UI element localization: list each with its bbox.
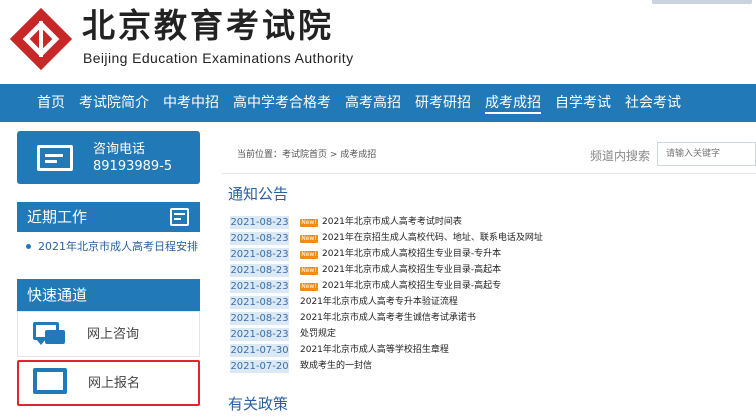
notice-date: 2021-08-23 (230, 312, 289, 325)
policy-section-title[interactable]: 有关政策 (228, 395, 288, 413)
site-title[interactable]: 北京教育考试院 (82, 6, 334, 46)
calendar-icon (170, 208, 189, 226)
online-consult-button[interactable]: 网上咨询 (17, 311, 200, 357)
notice-date: 2021-08-23 (230, 232, 289, 245)
site-header: 北京教育考试院 Beijing Education Examinations A… (0, 0, 756, 84)
notice-date: 2021-08-23 (230, 248, 289, 261)
search-label: 频道内搜索 (590, 149, 651, 163)
notice-link[interactable]: 2021年北京市成人高考专升本验证流程 (300, 296, 458, 309)
main-nav: 首页 考试院简介 中考中招 高中学考合格考 高考高招 研考研招 成考成招 自学考… (0, 84, 756, 122)
notice-date: 2021-07-20 (230, 360, 289, 373)
list-item[interactable]: 2021-08-23 New! 2021年北京市成人高校招生专业目录-高起专 (230, 279, 750, 295)
new-badge: New! (300, 283, 318, 291)
hotline-label: 咨询电话 (93, 142, 146, 157)
list-item[interactable]: 2021-08-23 处罚规定 (230, 327, 750, 343)
nav-item-yankao[interactable]: 研考研招 (408, 84, 478, 122)
online-register-label: 网上报名 (88, 376, 141, 391)
breadcrumb: 当前位置：考试院首页 > 成考成招 (237, 150, 377, 160)
divider (222, 173, 756, 174)
list-item[interactable]: 2021-07-30 2021年北京市成人高等学校招生章程 (230, 343, 750, 359)
recent-work-item[interactable]: 2021年北京市成人高考日程安排 (17, 239, 200, 255)
nav-item-home[interactable]: 首页 (30, 84, 72, 122)
notice-date: 2021-08-23 (230, 328, 289, 341)
online-register-button[interactable]: 网上报名 (17, 360, 200, 406)
recent-work-header: 近期工作 (17, 202, 200, 232)
list-item[interactable]: 2021-08-23 2021年北京市成人高考专升本验证流程 (230, 295, 750, 311)
logo-icon[interactable] (10, 8, 72, 70)
nav-item-shehui[interactable]: 社会考试 (618, 84, 688, 122)
new-badge: New! (300, 251, 318, 259)
new-badge: New! (300, 219, 318, 227)
list-item[interactable]: 2021-08-23 New! 2021年北京市成人高考考试时间表 (230, 215, 750, 231)
list-item[interactable]: 2021-08-23 New! 2021年北京市成人高校招生专业目录-专升本 (230, 247, 750, 263)
notice-list: 2021-08-23 New! 2021年北京市成人高考考试时间表 2021-0… (230, 215, 750, 375)
hotline-number: 89193989-5 (93, 159, 173, 174)
new-badge: New! (300, 235, 318, 243)
notice-link[interactable]: 2021年北京市成人高校招生专业目录-高起专 (322, 280, 501, 293)
notice-link[interactable]: 2021年北京市成人高校招生专业目录-高起本 (322, 264, 501, 277)
nav-item-xuekao[interactable]: 高中学考合格考 (226, 84, 338, 122)
hotline-box: 咨询电话 89193989-5 (17, 131, 200, 184)
notice-date: 2021-08-23 (230, 296, 289, 309)
search-input[interactable] (657, 142, 756, 166)
notice-section-title[interactable]: 通知公告 (228, 185, 288, 203)
notice-link[interactable]: 处罚规定 (300, 328, 336, 341)
nav-item-zikao[interactable]: 自学考试 (548, 84, 618, 122)
nav-item-gaokao[interactable]: 高考高招 (338, 84, 408, 122)
notice-link[interactable]: 2021年北京市成人高考考生诚信考试承诺书 (300, 312, 476, 325)
online-consult-label: 网上咨询 (87, 327, 140, 342)
notice-date: 2021-08-23 (230, 216, 289, 229)
notice-link[interactable]: 致成考生的一封信 (300, 360, 372, 373)
list-item[interactable]: 2021-07-20 致成考生的一封信 (230, 359, 750, 375)
nav-item-about[interactable]: 考试院简介 (72, 84, 156, 122)
list-item[interactable]: 2021-08-23 New! 2021年在京招生成人高校代码、地址、联系电话及… (230, 231, 750, 247)
notice-link[interactable]: 2021年北京市成人高校招生专业目录-专升本 (322, 248, 501, 261)
top-links (622, 0, 756, 6)
site-subtitle: Beijing Education Examinations Authority (83, 50, 354, 66)
monitor-icon (33, 368, 67, 394)
quick-access-header: 快速通道 (17, 279, 200, 311)
notice-link[interactable]: 2021年北京市成人高考考试时间表 (322, 216, 462, 229)
notice-date: 2021-08-23 (230, 280, 289, 293)
bullet-icon (26, 244, 31, 249)
main-content: 当前位置：考试院首页 > 成考成招 频道内搜索 通知公告 2021-08-23 … (222, 131, 756, 417)
nav-item-chengkao[interactable]: 成考成招 (478, 84, 548, 122)
list-item[interactable]: 2021-08-23 2021年北京市成人高考考生诚信考试承诺书 (230, 311, 750, 327)
new-badge: New! (300, 267, 318, 275)
quick-access-title: 快速通道 (27, 286, 88, 304)
recent-work-link[interactable]: 2021年北京市成人高考日程安排 (38, 240, 198, 253)
notice-date: 2021-08-23 (230, 264, 289, 277)
recent-work-title: 近期工作 (27, 208, 88, 226)
chat-icon (33, 322, 67, 346)
nav-item-zhongkao[interactable]: 中考中招 (156, 84, 226, 122)
notice-date: 2021-07-30 (230, 344, 289, 357)
notice-link[interactable]: 2021年在京招生成人高校代码、地址、联系电话及网址 (322, 232, 543, 245)
phone-card-icon (37, 145, 73, 171)
list-item[interactable]: 2021-08-23 New! 2021年北京市成人高校招生专业目录-高起本 (230, 263, 750, 279)
notice-link[interactable]: 2021年北京市成人高等学校招生章程 (300, 344, 449, 357)
